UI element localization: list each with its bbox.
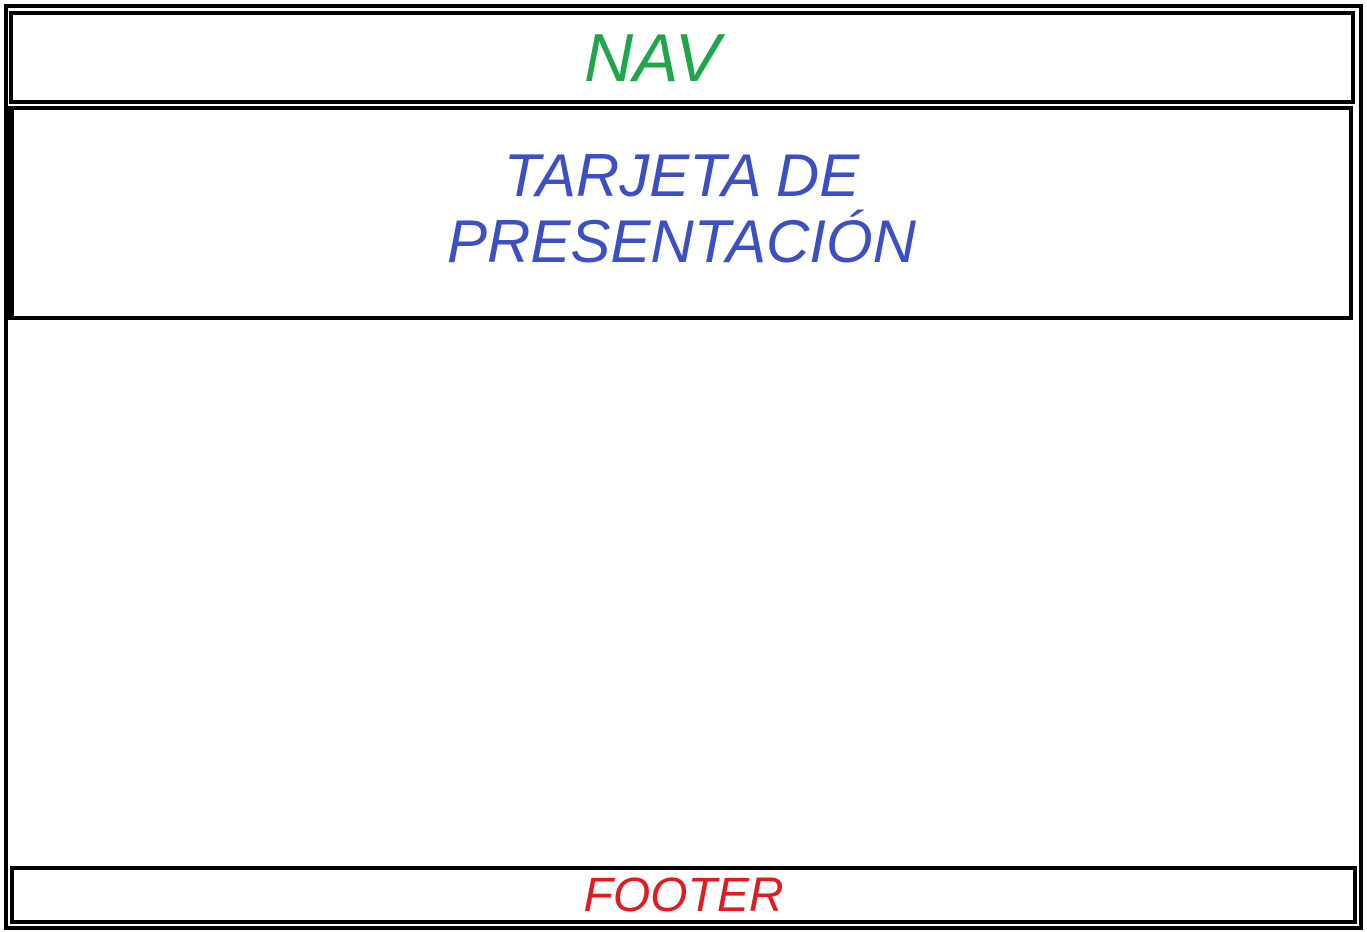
hero-title: TARJETA DE PRESENTACIÓN xyxy=(447,143,916,275)
hero-title-line-2: PRESENTACIÓN xyxy=(447,208,916,275)
nav-label: NAV xyxy=(583,19,721,96)
footer-label: FOOTER xyxy=(583,869,784,922)
hero-section: TARJETA DE PRESENTACIÓN xyxy=(8,106,1353,320)
footer-section: FOOTER xyxy=(10,866,1357,924)
nav-section: NAV xyxy=(9,11,1355,104)
hero-title-line-1: TARJETA DE xyxy=(503,142,860,209)
